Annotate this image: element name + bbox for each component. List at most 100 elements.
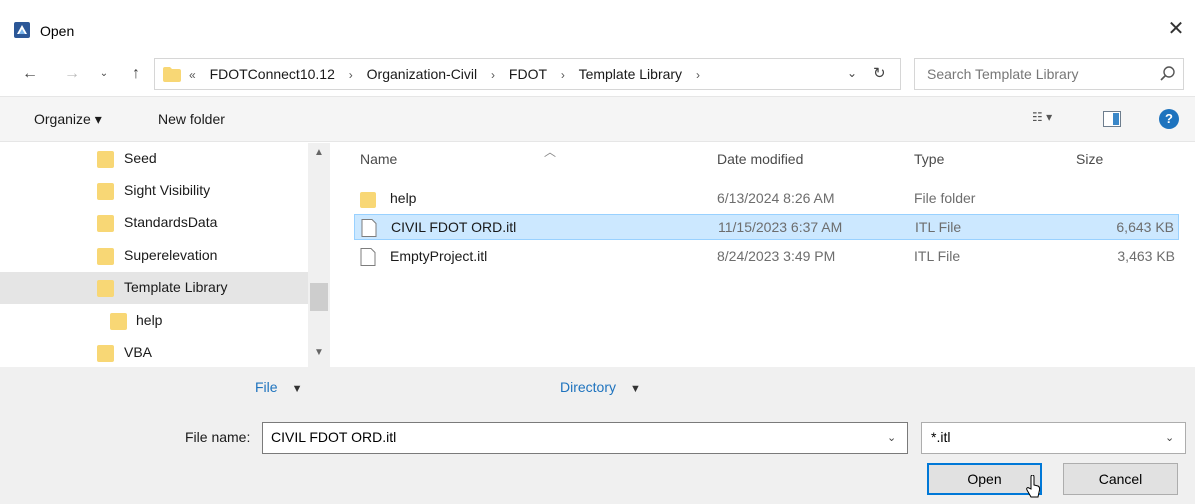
sidebar-item-help[interactable]: help [0, 305, 308, 337]
scroll-thumb[interactable] [310, 283, 328, 311]
back-button[interactable]: ← [20, 63, 40, 85]
preview-pane-icon[interactable] [1103, 111, 1121, 127]
sidebar-item-standardsdata[interactable]: StandardsData [0, 207, 308, 239]
new-folder-button[interactable]: New folder [158, 111, 225, 127]
sidebar-item-sight-visibility[interactable]: Sight Visibility [0, 175, 308, 207]
arrow-right-icon: → [64, 65, 80, 82]
recent-locations-button[interactable]: ⌄ [94, 63, 114, 85]
chevron-right-icon[interactable]: › [696, 68, 700, 82]
address-bar[interactable]: « FDOTConnect10.12 › Organization-Civil … [154, 58, 901, 90]
chevron-down-icon[interactable]: ⌄ [887, 431, 896, 444]
scroll-down-icon[interactable]: ▼ [314, 347, 324, 358]
address-dropdown-icon[interactable]: ⌄ [847, 66, 857, 80]
directory-menu-label: Directory [560, 379, 617, 395]
file-icon [360, 248, 376, 266]
app-icon [14, 22, 30, 38]
sidebar-item-label: help [136, 312, 163, 328]
directory-menu-button[interactable]: Directory ▼ [560, 379, 641, 395]
sidebar-item-label: StandardsData [124, 214, 218, 230]
folder-icon [97, 345, 114, 362]
file-type-select[interactable]: *.itl ⌄ [921, 422, 1186, 454]
file-menu-button[interactable]: File ▼ [255, 379, 302, 395]
sort-ascending-icon: ︿ [544, 145, 557, 159]
forward-button[interactable]: → [62, 63, 82, 85]
breadcrumb-overflow[interactable]: « [189, 68, 196, 82]
search-input[interactable]: Search Template Library [927, 66, 1078, 82]
file-name-value[interactable]: CIVIL FDOT ORD.itl [271, 429, 396, 445]
navigation-row: ← → ⌄ ↑ « FDOTConnect10.12 › Organizatio… [0, 56, 1195, 92]
chevron-right-icon[interactable]: › [561, 68, 565, 82]
bottom-panel: File ▼ Directory ▼ File name: CIVIL FDOT O… [0, 367, 1195, 504]
column-header-name[interactable]: Name [360, 151, 397, 167]
chevron-right-icon[interactable]: › [349, 68, 353, 82]
cancel-button[interactable]: Cancel [1063, 463, 1178, 495]
file-list: ︿ Name Date modified Type Size help 6/13… [340, 143, 1185, 367]
file-row-emptyproject[interactable]: EmptyProject.itl 8/24/2023 3:49 PM ITL F… [354, 244, 1179, 270]
column-header-type[interactable]: Type [914, 151, 944, 167]
folder-icon [97, 248, 114, 265]
arrow-up-icon: ↑ [132, 65, 140, 82]
chevron-down-icon: ⌄ [99, 68, 109, 79]
folder-icon [97, 151, 114, 168]
mouse-pointer-icon [1026, 475, 1041, 498]
file-type: ITL File [915, 219, 962, 235]
sidebar-item-vba[interactable]: VBA [0, 337, 308, 369]
search-box[interactable]: Search Template Library [914, 58, 1184, 90]
sidebar-item-superelevation[interactable]: Superelevation [0, 240, 308, 272]
file-row-civil-fdot-ord[interactable]: CIVIL FDOT ORD.itl 11/15/2023 6:37 AM IT… [354, 214, 1179, 240]
help-icon[interactable]: ? [1159, 109, 1179, 129]
sidebar-item-template-library[interactable]: Template Library [0, 272, 308, 304]
file-size: 3,463 KB [1117, 248, 1175, 264]
folder-icon [360, 192, 376, 208]
folder-icon [97, 183, 114, 200]
file-type: File folder [914, 190, 976, 206]
folder-icon [110, 313, 127, 330]
sidebar-item-label: Superelevation [124, 247, 218, 263]
title-bar: Open ✕ [0, 0, 1195, 52]
sidebar-item-label: VBA [124, 344, 153, 360]
breadcrumb-item[interactable]: FDOTConnect10.12 [210, 66, 335, 82]
command-bar: Organize ▾ New folder ☷ ▾ ? [0, 96, 1195, 142]
file-type: ITL File [914, 248, 961, 264]
breadcrumb-item[interactable]: Template Library [579, 66, 683, 82]
chevron-down-icon[interactable]: ⌄ [1165, 431, 1174, 444]
folder-icon [97, 280, 114, 297]
scroll-up-icon[interactable]: ▲ [314, 147, 324, 158]
close-icon: ✕ [1167, 18, 1185, 40]
file-date: 11/15/2023 6:37 AM [718, 219, 843, 235]
view-options-button[interactable]: ☷ ▾ [1032, 110, 1066, 128]
folder-icon [163, 67, 181, 82]
sidebar-item-label: Template Library [124, 279, 228, 295]
sidebar-item-seed[interactable]: Seed [0, 143, 308, 175]
window-title: Open [40, 23, 75, 39]
refresh-icon[interactable]: ↻ [873, 64, 886, 82]
up-button[interactable]: ↑ [126, 63, 146, 85]
file-date: 8/24/2023 3:49 PM [717, 248, 836, 264]
file-name-field[interactable]: CIVIL FDOT ORD.itl ⌄ [262, 422, 908, 454]
sidebar-item-label: Seed [124, 150, 157, 166]
sidebar-item-label: Sight Visibility [124, 182, 211, 198]
chevron-right-icon[interactable]: › [491, 68, 495, 82]
breadcrumb: « FDOTConnect10.12 › Organization-Civil … [189, 66, 710, 82]
breadcrumb-item[interactable]: Organization-Civil [367, 66, 477, 82]
file-name: EmptyProject.itl [390, 248, 488, 264]
arrow-left-icon: ← [22, 65, 38, 82]
file-type-value: *.itl [931, 429, 951, 445]
column-header-size[interactable]: Size [1076, 151, 1103, 167]
file-date: 6/13/2024 8:26 AM [717, 190, 835, 206]
file-name: help [390, 190, 417, 206]
organize-button[interactable]: Organize ▾ [34, 111, 102, 128]
breadcrumb-item[interactable]: FDOT [509, 66, 547, 82]
file-name: CIVIL FDOT ORD.itl [391, 219, 517, 235]
view-details-icon: ☷ ▾ [1032, 110, 1053, 124]
file-menu-label: File [255, 379, 278, 395]
navigation-pane: Seed Sight Visibility StandardsData Supe… [0, 143, 330, 367]
file-icon [361, 219, 377, 237]
dropdown-arrow-icon: ▼ [630, 383, 641, 395]
folder-icon [97, 215, 114, 232]
sidebar-scrollbar[interactable]: ▲ ▼ [308, 143, 330, 367]
close-button[interactable]: ✕ [1165, 18, 1187, 40]
file-size: 6,643 KB [1116, 219, 1174, 235]
column-header-date[interactable]: Date modified [717, 151, 803, 167]
file-row-help[interactable]: help 6/13/2024 8:26 AM File folder [354, 186, 1179, 212]
